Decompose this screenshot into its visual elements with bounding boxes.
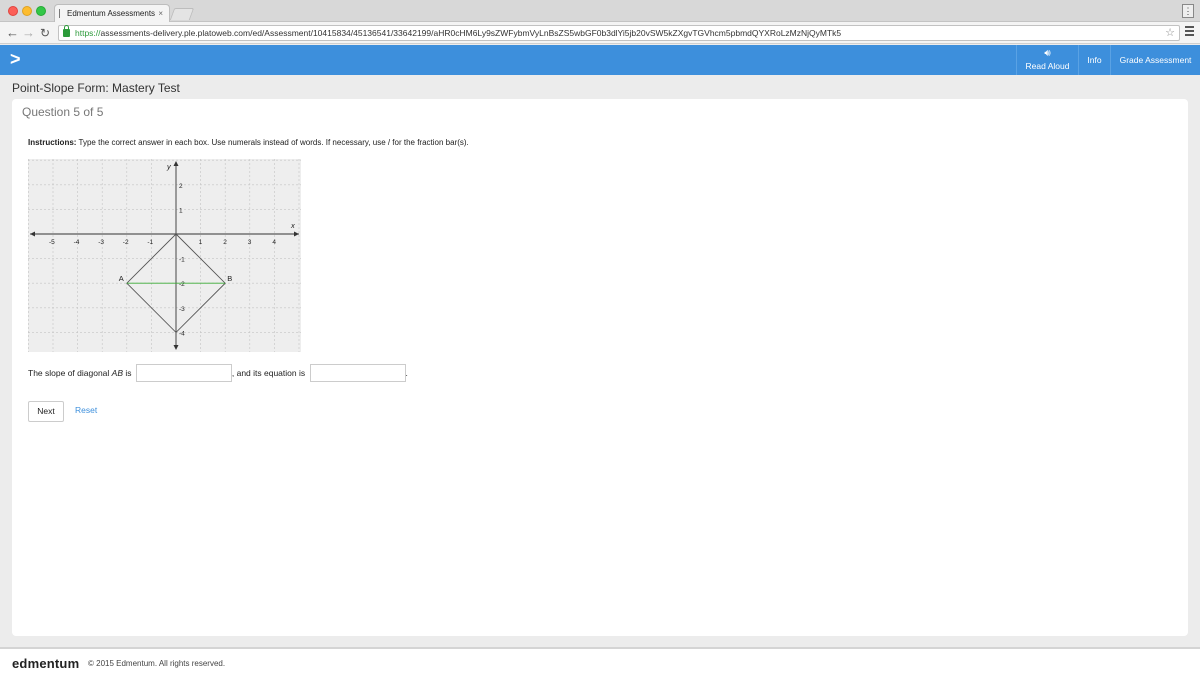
y-tick-label: -1 bbox=[179, 257, 185, 264]
footer: edmentum © 2015 Edmentum. All rights res… bbox=[0, 647, 1200, 675]
minimize-window-button[interactable] bbox=[22, 6, 32, 16]
prompt-text-2: is bbox=[123, 368, 132, 378]
coordinate-graph: xy-5 -4 -3 -2 -1 1 2 3 421-1-2-3-4A B bbox=[28, 159, 301, 352]
grade-assessment-button[interactable]: Grade Assessment bbox=[1110, 45, 1200, 75]
prompt-text-3: , and its equation is bbox=[231, 368, 306, 378]
profile-icon[interactable]: ⋮ bbox=[1182, 4, 1194, 18]
info-button[interactable]: Info bbox=[1078, 45, 1110, 75]
x-tick-label: -2 bbox=[123, 239, 129, 246]
expand-panel-button[interactable]: > bbox=[10, 48, 21, 70]
menu-icon[interactable] bbox=[1185, 26, 1194, 38]
equation-input[interactable] bbox=[309, 364, 406, 382]
page-icon bbox=[59, 9, 65, 18]
browser-tab[interactable]: Edmentum Assessments × bbox=[54, 4, 170, 22]
x-tick-label: -4 bbox=[74, 239, 80, 246]
browser-tab-strip: Edmentum Assessments × ⋮ bbox=[0, 0, 1200, 22]
copyright-text: © 2015 Edmentum. All rights reserved. bbox=[88, 659, 226, 668]
tab-close-icon[interactable]: × bbox=[158, 5, 163, 22]
new-tab-button[interactable] bbox=[169, 8, 195, 20]
slope-input[interactable] bbox=[135, 364, 232, 382]
instructions-label: Instructions: bbox=[28, 138, 77, 147]
graph-background bbox=[28, 159, 301, 352]
y-tick-label: 2 bbox=[179, 183, 183, 190]
forward-icon[interactable]: → bbox=[22, 25, 35, 41]
instructions-text: Type the correct answer in each box. Use… bbox=[76, 138, 469, 147]
speaker-icon: 🔊︎ bbox=[1044, 48, 1051, 59]
app-header: > 🔊︎ Read Aloud Info Grade Assessment bbox=[0, 45, 1200, 75]
x-tick-label: 2 bbox=[223, 239, 227, 246]
edmentum-logo: edmentum bbox=[12, 656, 80, 671]
x-tick-label: -5 bbox=[49, 239, 55, 246]
instructions: Instructions: Type the correct answer in… bbox=[28, 138, 469, 147]
lock-icon bbox=[63, 25, 70, 37]
point-label-b: B bbox=[227, 274, 232, 283]
back-icon[interactable]: ← bbox=[6, 25, 19, 41]
read-aloud-label: Read Aloud bbox=[1025, 61, 1070, 71]
reset-link[interactable]: Reset bbox=[75, 405, 97, 415]
read-aloud-button[interactable]: 🔊︎ Read Aloud bbox=[1016, 45, 1078, 75]
x-tick-label: 4 bbox=[272, 239, 276, 246]
x-tick-label: -3 bbox=[98, 239, 104, 246]
next-button[interactable]: Next bbox=[28, 401, 64, 422]
prompt-end: . bbox=[405, 368, 408, 378]
y-tick-label: -3 bbox=[179, 306, 185, 313]
close-window-button[interactable] bbox=[8, 6, 18, 16]
browser-toolbar: ← → ↻ https://assessments-delivery.ple.p… bbox=[0, 22, 1200, 44]
reload-icon[interactable]: ↻ bbox=[40, 25, 50, 41]
y-tick-label: -2 bbox=[179, 281, 185, 288]
page-title: Point-Slope Form: Mastery Test bbox=[12, 81, 180, 95]
question-number: Question 5 of 5 bbox=[22, 105, 104, 119]
star-icon[interactable]: ☆ bbox=[1165, 26, 1175, 40]
url-text[interactable]: https://assessments-delivery.ple.platowe… bbox=[75, 28, 841, 39]
prompt-text-1: The slope of diagonal bbox=[28, 368, 112, 378]
point-label-a: A bbox=[119, 274, 124, 283]
address-bar[interactable]: https://assessments-delivery.ple.platowe… bbox=[58, 25, 1180, 41]
x-tick-label: 1 bbox=[199, 239, 203, 246]
x-axis-label: x bbox=[290, 221, 295, 230]
tab-title: Edmentum Assessments bbox=[67, 9, 156, 18]
y-tick-label: 1 bbox=[179, 207, 183, 214]
y-tick-label: -4 bbox=[179, 330, 185, 337]
x-tick-label: -1 bbox=[147, 239, 153, 246]
answer-line: The slope of diagonal AB is , and its eq… bbox=[28, 364, 408, 383]
maximize-window-button[interactable] bbox=[36, 6, 46, 16]
x-tick-label: 3 bbox=[248, 239, 252, 246]
prompt-segment-name: AB bbox=[111, 368, 123, 378]
question-card: Question 5 of 5 Instructions: Type the c… bbox=[12, 99, 1188, 636]
